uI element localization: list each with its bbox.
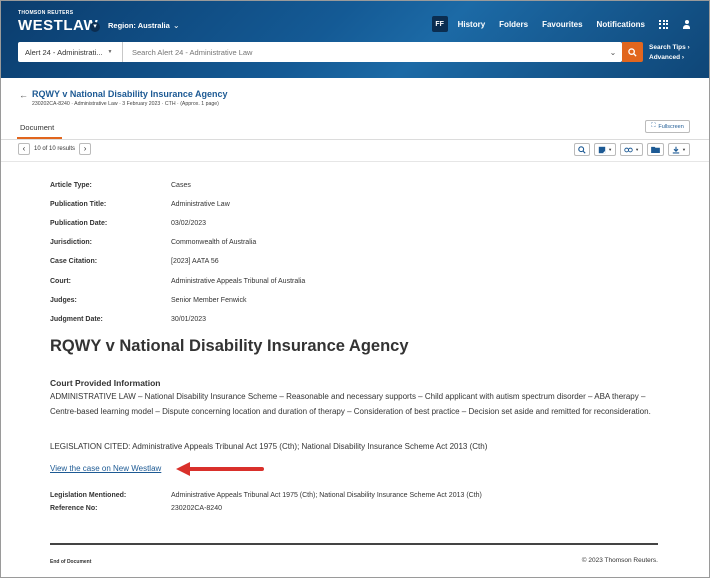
product-switcher-icon[interactable]: ▾ <box>90 22 100 32</box>
back-arrow-icon[interactable]: ← <box>19 90 28 100</box>
end-of-document-label: End of Document <box>50 559 92 565</box>
caret-down-icon: ▼ <box>635 147 640 152</box>
meta-value: Commonwealth of Australia <box>171 239 257 246</box>
chevron-down-icon: ⌄ <box>172 21 180 30</box>
note-icon <box>598 146 606 153</box>
nav-notifications[interactable]: Notifications <box>597 20 645 29</box>
tab-divider <box>1 139 709 140</box>
top-nav: FF History Folders Favourites Notificati… <box>431 16 691 32</box>
nav-history[interactable]: History <box>458 20 486 29</box>
link-icon <box>624 147 633 152</box>
advanced-search-link[interactable]: Advanced › <box>649 53 690 63</box>
tab-document[interactable]: Document <box>20 123 54 132</box>
top-header: THOMSON REUTERS WESTLAW ▾ Region: Austra… <box>1 1 709 78</box>
search-history-chevron-icon[interactable]: ⌄ <box>604 48 622 57</box>
meta-value: 30/01/2023 <box>171 316 207 323</box>
search-in-document-button[interactable] <box>574 143 591 156</box>
search-icon <box>628 47 637 57</box>
brand-main: WESTLAW <box>18 17 99 34</box>
search-scope-label: Alert 24 - Administrati... <box>25 47 103 57</box>
legislation-cited: LEGISLATION CITED: Administrative Appeal… <box>50 442 488 451</box>
meta-label: Court: <box>50 278 71 285</box>
toolbar-divider <box>1 161 709 162</box>
download-icon <box>672 146 680 154</box>
court-provided-info-heading: Court Provided Information <box>50 378 161 388</box>
search-input[interactable] <box>123 42 604 62</box>
result-pager: ‹ 10 of 10 results › <box>18 143 92 155</box>
nav-favourites[interactable]: Favourites <box>542 20 582 29</box>
caret-down-icon: ▼ <box>107 49 113 55</box>
document-toolbar: ▼ ▼ ▼ <box>574 143 690 156</box>
fullscreen-label: Fullscreen <box>658 123 684 130</box>
folder-icon <box>651 146 660 153</box>
meta-value: Senior Member Fenwick <box>171 297 247 304</box>
annotate-button[interactable]: ▼ <box>594 143 617 156</box>
caret-down-icon: ▼ <box>682 147 686 152</box>
meta-value: Cases <box>171 182 191 189</box>
download-button[interactable]: ▼ <box>668 143 690 156</box>
meta-label: Publication Title: <box>50 201 107 208</box>
brand-sub: THOMSON REUTERS <box>18 10 74 16</box>
search-tips-link[interactable]: Search Tips › <box>649 43 690 53</box>
case-title: RQWY v National Disability Insurance Age… <box>50 337 409 355</box>
meta-label: Case Citation: <box>50 258 98 265</box>
meta-label: Judges: <box>50 297 77 304</box>
expand-icon: ⛶ <box>651 123 656 129</box>
region-selector[interactable]: Region: Australia ⌄ <box>108 21 180 30</box>
meta-value: 03/02/2023 <box>171 220 207 227</box>
caret-down-icon: ▼ <box>608 147 613 152</box>
meta-label: Publication Date: <box>50 220 108 227</box>
previous-result-button[interactable]: ‹ <box>18 143 30 155</box>
red-arrow-annotation <box>176 462 264 476</box>
meta-label: Judgment Date: <box>50 316 103 323</box>
search-button[interactable] <box>622 42 643 62</box>
result-count: 10 of 10 results <box>34 146 76 152</box>
meta-value: [2023] AATA 56 <box>171 258 219 265</box>
meta-label: Reference No: <box>50 505 98 512</box>
meta-value: 230202CA-8240 <box>171 505 222 512</box>
next-result-button[interactable]: › <box>79 143 92 155</box>
copyright-notice: © 2023 Thomson Reuters. <box>581 557 658 564</box>
meta-label: Jurisdiction: <box>50 239 93 246</box>
end-of-document-divider <box>50 543 658 545</box>
user-icon[interactable] <box>682 19 691 29</box>
meta-label: Legislation Mentioned: <box>50 492 127 499</box>
new-westlaw-link[interactable]: View the case on New Westlaw <box>50 464 161 473</box>
meta-value: Administrative Appeals Tribunal Act 1975… <box>171 492 482 499</box>
fullscreen-button[interactable]: ⛶ Fullscreen <box>645 120 690 133</box>
meta-value: Administrative Law <box>171 201 230 208</box>
search-bar: Alert 24 - Administrati... ▼ ⌄ <box>18 42 622 62</box>
search-scope-dropdown[interactable]: Alert 24 - Administrati... ▼ <box>18 42 123 62</box>
meta-label: Article Type: <box>50 182 92 189</box>
westlaw-logo[interactable]: THOMSON REUTERS WESTLAW <box>18 10 98 34</box>
user-initials-badge[interactable]: FF <box>431 16 448 32</box>
case-summary: ADMINISTRATIVE LAW – National Disability… <box>50 392 651 416</box>
save-to-folder-button[interactable] <box>647 143 665 156</box>
meta-value: Administrative Appeals Tribunal of Austr… <box>171 278 306 285</box>
document-meta: 230202CA-8240 · Administrative Law · 3 F… <box>32 101 219 107</box>
region-label: Region: Australia <box>108 21 170 30</box>
link-button[interactable]: ▼ <box>620 143 644 156</box>
apps-grid-icon[interactable] <box>659 19 668 29</box>
nav-folders[interactable]: Folders <box>499 20 528 29</box>
document-title: RQWY v National Disability Insurance Age… <box>32 89 228 99</box>
search-icon <box>578 145 586 154</box>
search-tips-links: Search Tips › Advanced › <box>649 43 690 63</box>
